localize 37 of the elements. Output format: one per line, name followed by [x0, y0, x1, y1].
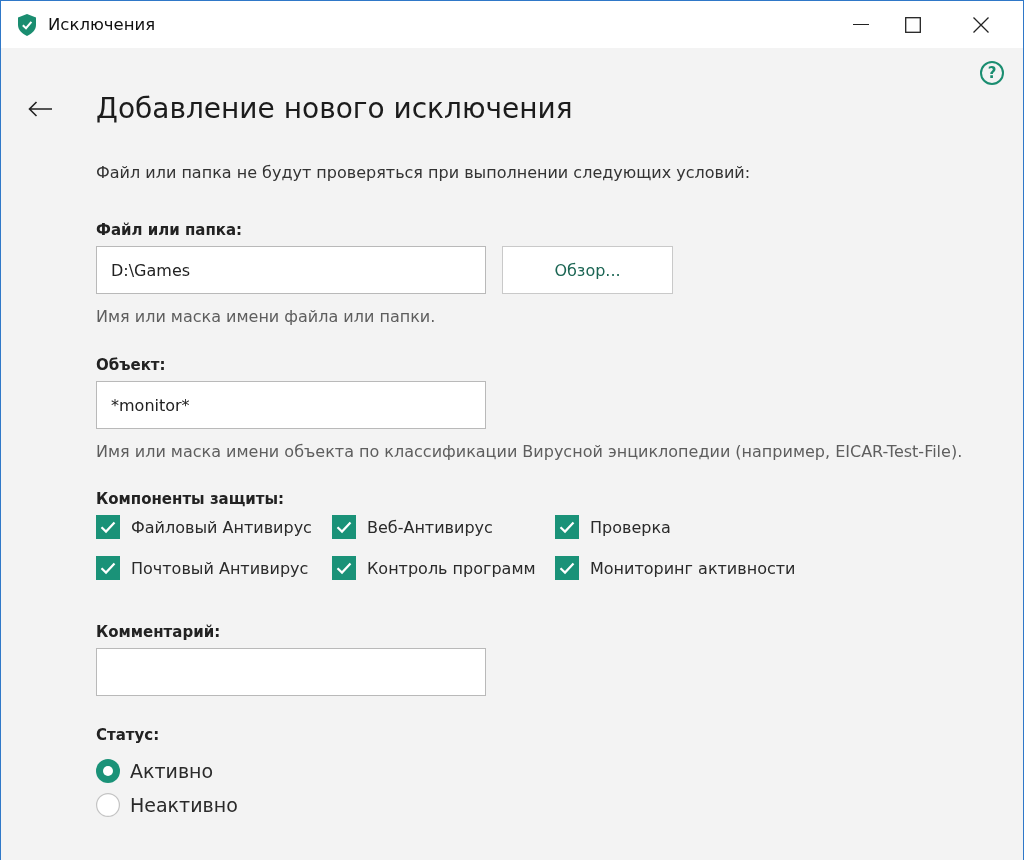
minimize-icon — [853, 23, 869, 26]
checkbox[interactable] — [332, 515, 356, 539]
checkbox-label[interactable]: Проверка — [590, 517, 671, 537]
field-label: Файл или папка: — [96, 220, 243, 240]
input-field[interactable]: D:\Games — [96, 246, 486, 294]
browse-button[interactable]: Обзор... — [502, 246, 673, 294]
input-field[interactable] — [96, 648, 486, 696]
field-label: Объект: — [96, 355, 166, 375]
checkbox-label[interactable]: Мониторинг активности — [590, 558, 796, 578]
input-field[interactable]: *monitor* — [96, 381, 486, 429]
shield-check-icon — [18, 13, 36, 36]
field-label: Комментарий: — [96, 622, 221, 642]
checkbox-label[interactable]: Веб-Антивирус — [367, 517, 493, 537]
arrow-left-icon — [28, 101, 52, 117]
maximize-icon — [905, 16, 921, 33]
checkbox-label[interactable]: Контроль программ — [367, 558, 536, 578]
page-heading: Добавление нового исключения — [96, 91, 573, 127]
checkbox[interactable] — [96, 515, 120, 539]
window-title: Исключения — [48, 15, 156, 34]
radio-button[interactable] — [96, 793, 120, 817]
hint-text: Имя или маска имени файла или папки. — [96, 307, 436, 327]
checkbox[interactable] — [96, 556, 120, 580]
section-label: Статус: — [96, 725, 160, 745]
checkbox[interactable] — [555, 556, 579, 580]
checkbox[interactable] — [555, 515, 579, 539]
checkbox-label[interactable]: Почтовый Антивирус — [131, 558, 309, 578]
back-button[interactable] — [28, 101, 52, 117]
description-text: Файл или папка не будут проверяться при выполнении следующих условий: — [96, 163, 751, 183]
checkbox-label[interactable]: Файловый Антивирус — [131, 517, 312, 537]
hint-text: Имя или маска имени объекта по классификации Вирусной энциклопедии (например, EICAR-Test-File). — [96, 442, 963, 462]
close-icon — [973, 16, 989, 33]
checkbox[interactable] — [332, 556, 356, 580]
section-label: Компоненты защиты: — [96, 489, 285, 509]
help-button[interactable]: ? — [980, 61, 1004, 85]
radio-label[interactable]: Неактивно — [130, 794, 238, 816]
radio-button[interactable] — [96, 759, 120, 783]
radio-label[interactable]: Активно — [130, 760, 214, 782]
